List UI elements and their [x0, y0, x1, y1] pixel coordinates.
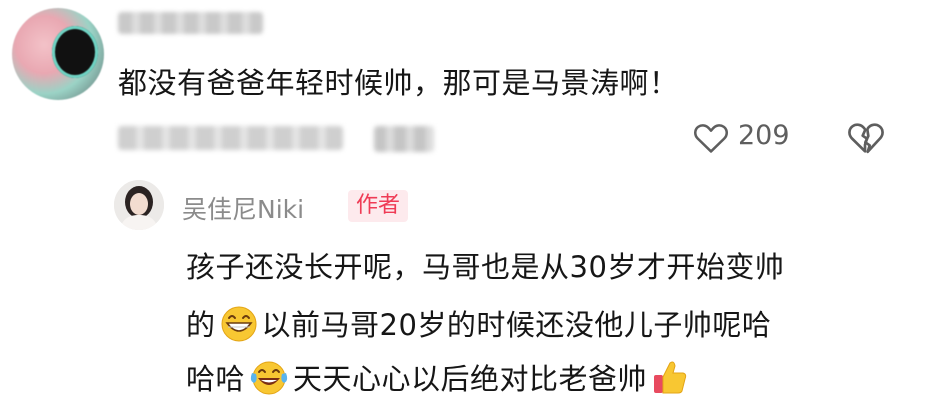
reply-text-line-1: 孩子还没长开呢，马哥也是从30岁才开始变帅	[186, 244, 784, 286]
like-count: 209	[738, 120, 790, 151]
broken-heart-icon[interactable]	[846, 118, 886, 158]
reply-text-line-2: 的 以前马哥20岁的时候还没他儿子帅呢哈	[186, 302, 771, 344]
heart-outline-icon[interactable]	[692, 118, 730, 158]
avatar-face-blur	[52, 26, 98, 78]
top-comment-text: 都没有爸爸年轻时候帅，那可是马景涛啊！	[118, 66, 679, 100]
commenter-avatar[interactable]	[12, 8, 104, 100]
thumbs-up-emoji-icon	[654, 361, 687, 394]
reply-button-redacted[interactable]	[374, 126, 434, 152]
reply-text-segment: 哈哈	[186, 362, 246, 396]
reply-author-name[interactable]: 吴佳尼Niki	[182, 190, 304, 226]
reply-text-segment: 天天心心以后绝对比老爸帅	[293, 362, 648, 396]
reply-text-line-3: 哈哈 天天心心以后绝对比老爸帅	[186, 356, 693, 398]
reply-text-segment: 以前马哥20岁的时候还没他儿子帅呢哈	[261, 308, 772, 342]
tears-of-joy-emoji-icon	[250, 361, 288, 395]
grinning-face-emoji-icon	[221, 306, 257, 342]
reply-text-segment: 的	[186, 308, 216, 342]
reply-text-segment: 孩子还没长开呢，马哥也是从30岁才开始变帅	[186, 250, 785, 284]
author-badge: 作者	[348, 190, 409, 222]
reply-author-avatar[interactable]	[114, 180, 164, 230]
commenter-name-redacted[interactable]	[118, 12, 263, 34]
comment-meta-redacted	[118, 126, 343, 150]
